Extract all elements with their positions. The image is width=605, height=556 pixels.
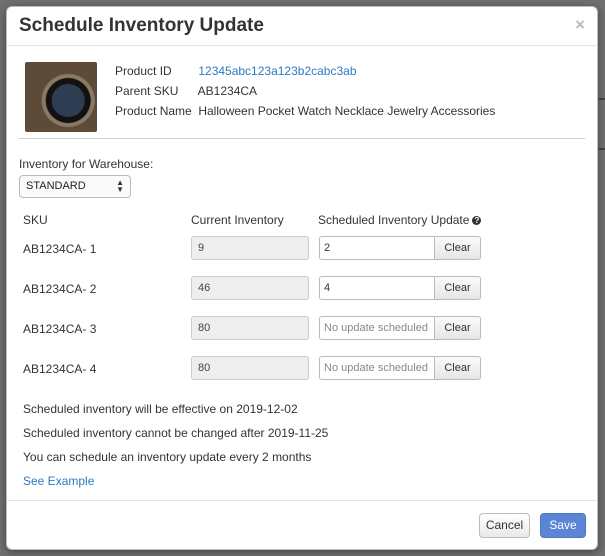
pocket-watch-image	[25, 62, 97, 132]
table-row: AB1234CA- 4 80 No update scheduled Clear	[7, 356, 597, 382]
clear-button[interactable]: Clear	[434, 356, 481, 380]
save-button[interactable]: Save	[540, 513, 586, 538]
warehouse-select[interactable]: STANDARD ▲ ▼	[19, 175, 131, 198]
select-arrows-icon: ▲ ▼	[116, 178, 124, 194]
table-row: AB1234CA- 2 46 4 Clear	[7, 276, 597, 302]
product-id-link[interactable]: 12345abc123a123b2cabc3ab	[198, 64, 356, 78]
frequency-note: You can schedule an inventory update eve…	[23, 450, 312, 464]
product-name-value: Halloween Pocket Watch Necklace Jewelry …	[198, 104, 496, 118]
sku-label: AB1234CA- 2	[23, 282, 97, 296]
close-icon[interactable]: ×	[575, 16, 585, 33]
cancel-button[interactable]: Cancel	[479, 513, 530, 538]
product-name-label: Product Name	[115, 104, 192, 118]
scheduled-update-header: Scheduled Inventory Update?	[318, 213, 482, 227]
current-inventory-field: 80	[191, 356, 309, 380]
divider	[19, 138, 585, 139]
backdrop-edge	[599, 148, 605, 150]
see-example-link[interactable]: See Example	[23, 474, 94, 488]
change-deadline-note: Scheduled inventory cannot be changed af…	[23, 426, 329, 440]
parent-sku-value: AB1234CA	[197, 84, 258, 98]
table-row: AB1234CA- 3 80 No update scheduled Clear	[7, 316, 597, 342]
table-row: AB1234CA- 1 9 2 Clear	[7, 236, 597, 262]
product-name-row: Product Name Halloween Pocket Watch Neck…	[115, 104, 495, 118]
product-image	[25, 62, 97, 132]
warehouse-label: Inventory for Warehouse:	[19, 157, 154, 171]
scheduled-update-header-label: Scheduled Inventory Update	[318, 213, 470, 227]
sku-label: AB1234CA- 3	[23, 322, 97, 336]
current-inventory-header: Current Inventory	[191, 213, 284, 227]
scheduled-inventory-input[interactable]: 2	[319, 236, 435, 260]
product-id-row: Product ID 12345abc123a123b2cabc3ab	[115, 64, 357, 78]
current-inventory-field: 80	[191, 316, 309, 340]
clear-button[interactable]: Clear	[434, 276, 481, 300]
backdrop-edge	[599, 98, 605, 100]
current-inventory-field: 9	[191, 236, 309, 260]
modal-title: Schedule Inventory Update	[19, 15, 264, 36]
scheduled-inventory-input[interactable]: No update scheduled	[319, 356, 435, 380]
sku-column-header: SKU	[23, 213, 48, 227]
sku-label: AB1234CA- 1	[23, 242, 97, 256]
scheduled-inventory-input[interactable]: 4	[319, 276, 435, 300]
modal-footer: Cancel Save	[7, 500, 597, 550]
warehouse-selected-value: STANDARD	[26, 180, 86, 192]
current-inventory-field: 46	[191, 276, 309, 300]
clear-button[interactable]: Clear	[434, 316, 481, 340]
schedule-inventory-modal: Schedule Inventory Update × Product ID 1…	[6, 6, 598, 550]
parent-sku-label: Parent SKU	[115, 84, 179, 98]
help-icon[interactable]: ?	[472, 216, 482, 225]
sku-label: AB1234CA- 4	[23, 362, 97, 376]
effective-date-note: Scheduled inventory will be effective on…	[23, 402, 298, 416]
product-id-label: Product ID	[115, 64, 172, 78]
clear-button[interactable]: Clear	[434, 236, 481, 260]
parent-sku-row: Parent SKU AB1234CA	[115, 84, 257, 98]
scheduled-inventory-input[interactable]: No update scheduled	[319, 316, 435, 340]
modal-header: Schedule Inventory Update ×	[7, 7, 597, 46]
